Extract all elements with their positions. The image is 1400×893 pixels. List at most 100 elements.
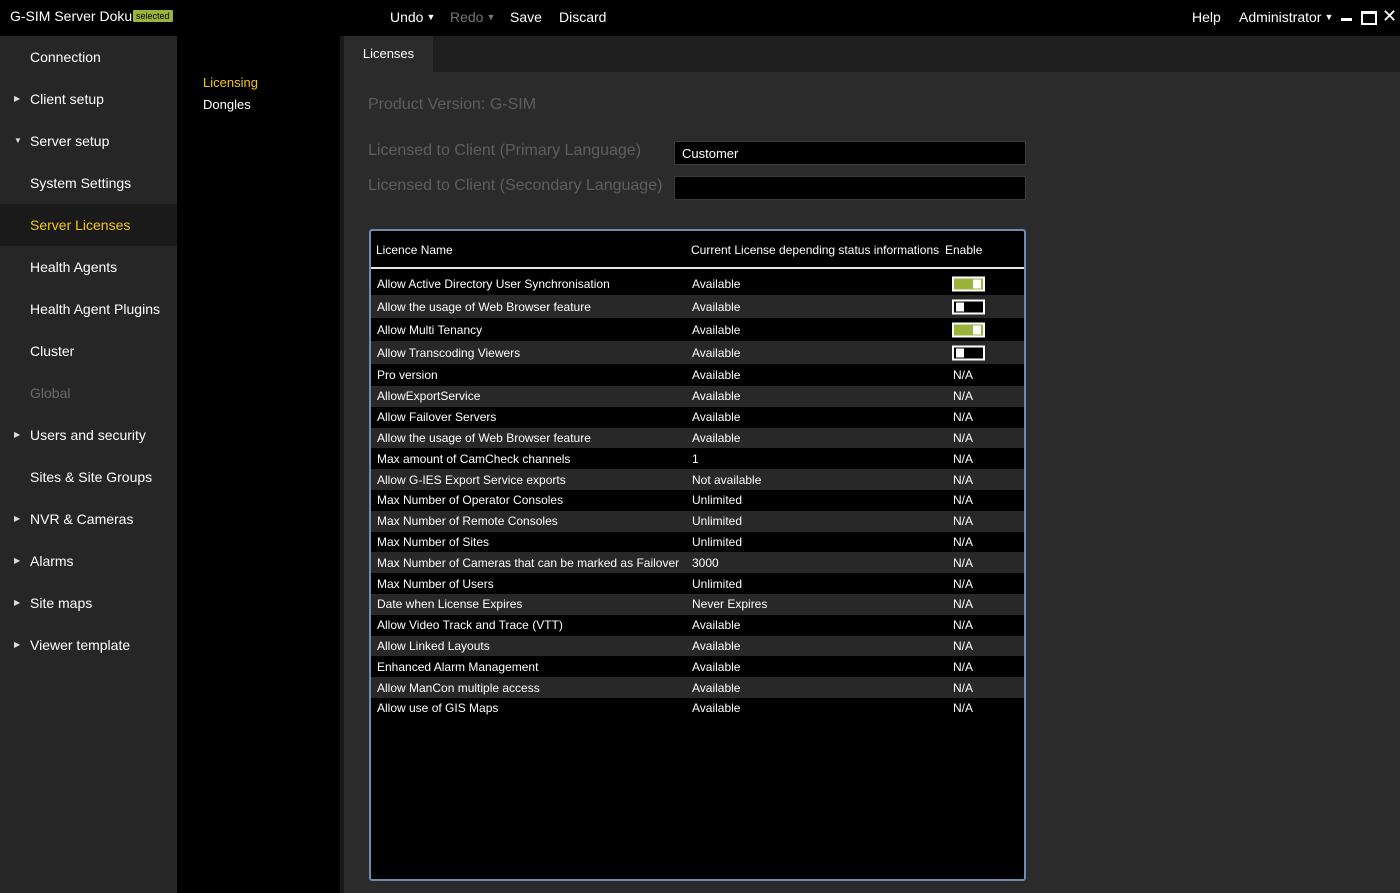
- cell-licence-name: Allow ManCon multiple access: [377, 680, 540, 695]
- table-row[interactable]: Allow Failover Servers Available N/A: [371, 407, 1024, 428]
- table-row[interactable]: Date when License Expires Never Expires N/…: [371, 594, 1024, 615]
- cell-status: 1: [692, 451, 699, 466]
- cell-licence-name: Allow Active Directory User Synchronisat…: [377, 276, 610, 291]
- cell-status: Available: [692, 410, 741, 425]
- table-row[interactable]: Allow ManCon multiple access Available N/A: [371, 677, 1024, 698]
- table-row[interactable]: Enhanced Alarm Management Available N/A: [371, 656, 1024, 677]
- cell-status: Available: [692, 638, 741, 653]
- subnav-item-dongles[interactable]: Dongles: [203, 97, 251, 112]
- primary-language-field[interactable]: [674, 141, 1026, 165]
- nav-item-server-setup[interactable]: ▼ Server setup: [0, 120, 177, 162]
- nav-item-system-settings[interactable]: System Settings: [0, 162, 177, 204]
- chevron-right-icon: ▶: [14, 430, 21, 439]
- close-icon[interactable]: ✕: [1382, 7, 1397, 25]
- table-row[interactable]: AllowExportService Available N/A: [371, 386, 1024, 407]
- table-row[interactable]: Allow Video Track and Trace (VTT) Availab…: [371, 615, 1024, 636]
- nav-item-label: NVR & Cameras: [30, 511, 134, 527]
- table-row[interactable]: Allow G-IES Export Service exports Not av…: [371, 469, 1024, 490]
- table-row[interactable]: Max Number of Sites Unlimited N/A: [371, 532, 1024, 553]
- enable-toggle[interactable]: [952, 322, 985, 337]
- chevron-down-icon: ▼: [14, 136, 22, 145]
- nav-item-site-maps[interactable]: ▶ Site maps: [0, 582, 177, 624]
- table-row[interactable]: Allow Linked Layouts Available N/A: [371, 635, 1024, 657]
- nav-item-users-and-security[interactable]: ▶ Users and security: [0, 414, 177, 456]
- table-row[interactable]: Allow the usage of Web Browser feature Av…: [371, 295, 1024, 318]
- table-row[interactable]: Allow use of GIS Maps Available N/A: [371, 698, 1024, 719]
- discard-button[interactable]: Discard: [559, 9, 606, 25]
- nav-item-connection[interactable]: Connection: [0, 36, 177, 78]
- enable-toggle[interactable]: [952, 299, 985, 314]
- nav-item-viewer-template[interactable]: ▶ Viewer template: [0, 624, 177, 666]
- cell-enable: N/A: [953, 389, 974, 404]
- table-row[interactable]: Max amount of CamCheck channels 1 N/A: [371, 448, 1024, 469]
- cell-status: Unlimited: [692, 534, 743, 549]
- cell-licence-name: Max Number of Operator Consoles: [377, 493, 564, 508]
- nav-item-label: System Settings: [30, 175, 132, 191]
- cell-status: Available: [692, 322, 741, 337]
- cell-licence-name: Allow the usage of Web Browser feature: [377, 430, 591, 445]
- table-row[interactable]: Max Number of Users Unlimited N/A: [371, 573, 1024, 594]
- user-menu-button[interactable]: Administrator ▼: [1239, 9, 1333, 25]
- cell-licence-name: Allow the usage of Web Browser feature: [377, 299, 591, 314]
- cell-licence-name: Allow use of GIS Maps: [377, 701, 499, 716]
- cell-licence-name: Max Number of Remote Consoles: [377, 514, 558, 529]
- table-row[interactable]: Allow Active Directory User Synchronisat…: [371, 272, 1024, 295]
- minimize-icon[interactable]: [1340, 8, 1354, 24]
- enable-toggle[interactable]: [952, 345, 985, 360]
- redo-label: Redo: [450, 9, 484, 25]
- column-header-status[interactable]: Current License depending status informa…: [691, 243, 939, 257]
- nav-item-client-setup[interactable]: ▶ Client setup: [0, 78, 177, 120]
- undo-button[interactable]: Undo ▼: [390, 9, 435, 25]
- maximize-icon[interactable]: [1361, 8, 1377, 25]
- cell-enable: N/A: [953, 368, 974, 382]
- product-version-label: Product Version: G-SIM: [368, 96, 537, 113]
- nav-item-alarms[interactable]: ▶ Alarms: [0, 540, 177, 582]
- cell-enable: N/A: [953, 618, 974, 633]
- cell-status: Available: [692, 659, 741, 674]
- cell-status: Available: [692, 345, 741, 360]
- cell-licence-name: Max Number of Users: [377, 576, 494, 591]
- nav-item-server-licenses[interactable]: Server Licenses: [0, 204, 177, 246]
- nav-item-health-agents[interactable]: Health Agents: [0, 246, 177, 288]
- cell-status: Available: [692, 389, 741, 404]
- nav-item-health-agent-plugins[interactable]: Health Agent Plugins: [0, 288, 177, 330]
- secondary-language-label: Licensed to Client (Secondary Language): [368, 177, 663, 194]
- table-row[interactable]: Allow Multi Tenancy Available: [371, 318, 1024, 341]
- selected-badge: selected: [133, 10, 173, 22]
- primary-language-label: Licensed to Client (Primary Language): [368, 142, 642, 159]
- table-row[interactable]: Pro version Available N/A: [371, 364, 1024, 386]
- column-header-enable[interactable]: Enable: [945, 243, 982, 257]
- help-button[interactable]: Help: [1192, 9, 1221, 25]
- table-row[interactable]: Max Number of Operator Consoles Unlimited…: [371, 490, 1024, 511]
- cell-enable: N/A: [953, 534, 974, 549]
- table-row[interactable]: Allow the usage of Web Browser feature Av…: [371, 427, 1024, 449]
- licenses-table: Licence Name Current License depending s…: [369, 229, 1026, 881]
- nav-item-label: Viewer template: [30, 637, 131, 653]
- secondary-language-field[interactable]: [674, 176, 1026, 200]
- main-navigation: Connection ▶ Client setup ▼ Server setup Syst…: [0, 36, 177, 893]
- cell-enable: N/A: [953, 493, 974, 508]
- cell-licence-name: AllowExportService: [377, 389, 481, 404]
- column-header-licence-name[interactable]: Licence Name: [376, 243, 453, 257]
- save-button[interactable]: Save: [510, 9, 542, 25]
- tab-strip: Licenses: [344, 36, 1400, 72]
- cell-licence-name: Allow Video Track and Trace (VTT): [377, 618, 563, 633]
- nav-item-label: Health Agent Plugins: [30, 301, 160, 317]
- subnav-item-licensing[interactable]: Licensing: [203, 75, 258, 90]
- table-row[interactable]: Max Number of Cameras that can be marked…: [371, 552, 1024, 574]
- cell-licence-name: Allow Multi Tenancy: [377, 322, 483, 337]
- cell-licence-name: Allow Linked Layouts: [377, 638, 490, 653]
- enable-toggle[interactable]: [952, 276, 985, 291]
- cell-status: Unlimited: [692, 514, 743, 529]
- table-row[interactable]: Allow Transcoding Viewers Available: [371, 341, 1024, 364]
- caret-down-icon: ▼: [486, 12, 496, 22]
- cell-enable: N/A: [953, 638, 974, 653]
- cell-licence-name: Pro version: [377, 368, 438, 382]
- nav-item-sites-site-groups[interactable]: Sites & Site Groups: [0, 456, 177, 498]
- cell-enable: N/A: [953, 659, 974, 674]
- nav-item-nvr-cameras[interactable]: ▶ NVR & Cameras: [0, 498, 177, 540]
- redo-button[interactable]: Redo ▼: [450, 9, 495, 25]
- table-row[interactable]: Max Number of Remote Consoles Unlimited N/…: [371, 510, 1024, 532]
- nav-item-cluster[interactable]: Cluster: [0, 330, 177, 372]
- tab-licenses[interactable]: Licenses: [344, 36, 433, 72]
